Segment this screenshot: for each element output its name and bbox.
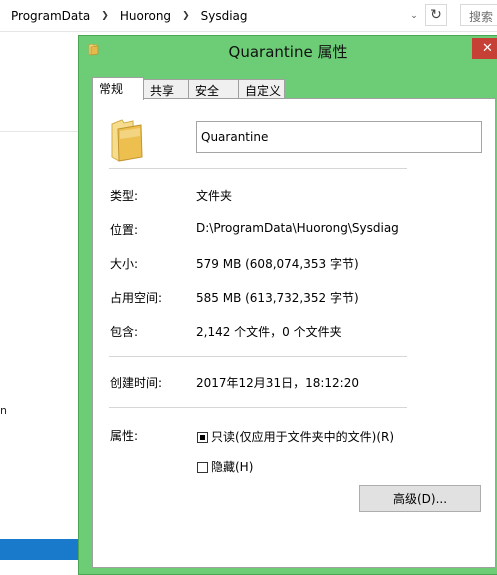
- explorer-address-bar: ProgramData ❯ Huorong ❯ Sysdiag ⌄ ↻ 搜索: [0, 0, 497, 32]
- contains-label: 包含:: [110, 325, 139, 339]
- chevron-right-icon[interactable]: ❯: [101, 11, 109, 21]
- nav-item-fragment[interactable]: n: [0, 404, 7, 417]
- tab-sharing[interactable]: 共享: [143, 79, 189, 99]
- readonly-checkbox-label[interactable]: 只读(仅应用于文件夹中的文件)(R): [211, 428, 394, 445]
- tab-general[interactable]: 常规: [92, 77, 144, 100]
- folder-name-field[interactable]: [196, 121, 482, 153]
- attributes-label: 属性:: [110, 429, 139, 443]
- hidden-checkbox[interactable]: [197, 462, 208, 473]
- refresh-icon[interactable]: ↻: [425, 4, 447, 26]
- type-value: 文件夹: [196, 189, 233, 203]
- breadcrumb-sysdiag[interactable]: Sysdiag: [199, 9, 250, 23]
- readonly-checkbox[interactable]: [197, 432, 208, 443]
- taskbar: [0, 539, 78, 560]
- chevron-right-icon[interactable]: ❯: [182, 11, 190, 21]
- divider: [109, 168, 407, 169]
- breadcrumb[interactable]: ProgramData ❯ Huorong ❯ Sysdiag: [9, 7, 250, 25]
- size-label: 大小:: [110, 257, 139, 271]
- divider: [109, 356, 407, 357]
- close-icon[interactable]: ✕: [472, 38, 497, 59]
- location-label: 位置:: [110, 223, 139, 237]
- breadcrumb-programdata[interactable]: ProgramData: [9, 9, 92, 23]
- tab-customize[interactable]: 自定义: [238, 79, 285, 99]
- chevron-down-icon[interactable]: ⌄: [405, 6, 423, 26]
- folder-icon: [111, 119, 143, 162]
- created-value: 2017年12月31日，18:12:20: [196, 376, 359, 390]
- created-label: 创建时间:: [110, 376, 163, 390]
- nav-divider: [0, 131, 78, 132]
- search-input[interactable]: 搜索: [460, 4, 497, 26]
- location-value: D:\ProgramData\Huorong\Sysdiag: [196, 221, 399, 235]
- general-tab-panel: 类型: 文件夹 位置: D:\ProgramData\Huorong\Sysdi…: [92, 98, 496, 568]
- type-label: 类型:: [110, 189, 139, 203]
- navigation-pane: [0, 32, 78, 560]
- advanced-button[interactable]: 高级(D)...: [359, 485, 481, 512]
- dialog-titlebar[interactable]: Quarantine 属性 ✕: [79, 36, 497, 66]
- properties-dialog: Quarantine 属性 ✕ 常规 共享 安全 自定义 类型: 文件夹 位置:…: [78, 35, 497, 575]
- size-value: 579 MB (608,074,353 字节): [196, 257, 359, 271]
- size-on-disk-label: 占用空间:: [110, 291, 163, 305]
- tab-security[interactable]: 安全: [188, 79, 239, 99]
- contains-value: 2,142 个文件，0 个文件夹: [196, 325, 342, 339]
- dialog-title: Quarantine 属性: [228, 43, 348, 61]
- divider: [109, 407, 407, 408]
- size-on-disk-value: 585 MB (613,732,352 字节): [196, 291, 359, 305]
- breadcrumb-huorong[interactable]: Huorong: [118, 9, 173, 23]
- hidden-checkbox-label[interactable]: 隐藏(H): [211, 458, 253, 475]
